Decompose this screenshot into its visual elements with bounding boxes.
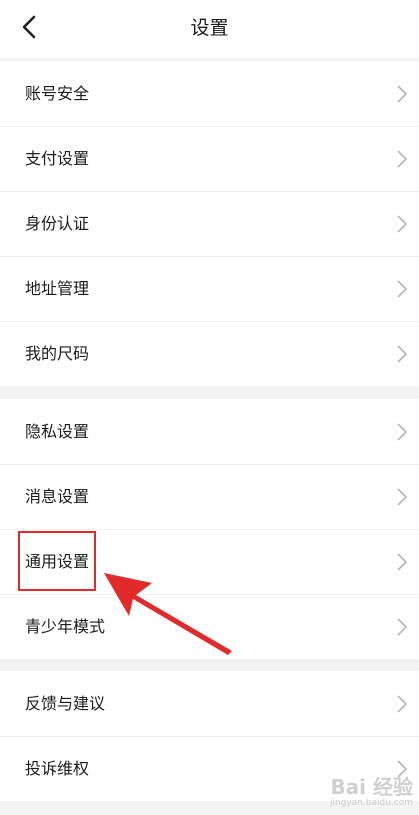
settings-item-account-security[interactable]: 账号安全	[0, 61, 419, 126]
top-nav-bar: 设置	[0, 0, 419, 58]
chevron-right-icon	[397, 487, 407, 506]
settings-item-feedback[interactable]: 反馈与建议	[0, 671, 419, 736]
chevron-right-icon	[397, 694, 407, 713]
settings-item-address[interactable]: 地址管理	[0, 256, 419, 321]
chevron-right-icon	[397, 422, 407, 441]
settings-group-account: 账号安全 支付设置 身份认证 地址管理 我的尺码	[0, 61, 419, 386]
settings-item-label: 隐私设置	[25, 421, 90, 441]
chevron-right-icon	[397, 344, 407, 363]
settings-item-label: 账号安全	[25, 83, 90, 103]
settings-item-payment[interactable]: 支付设置	[0, 126, 419, 191]
settings-item-label: 我的尺码	[25, 343, 90, 363]
chevron-right-icon	[397, 552, 407, 571]
settings-item-my-size[interactable]: 我的尺码	[0, 321, 419, 386]
chevron-right-icon	[397, 617, 407, 636]
chevron-right-icon	[397, 84, 407, 103]
settings-page: 设置 账号安全 支付设置 身份认证 地址管理 我的尺码 隐私设置 消息设置 通用…	[0, 0, 419, 815]
settings-item-identity[interactable]: 身份认证	[0, 191, 419, 256]
settings-item-notifications[interactable]: 消息设置	[0, 464, 419, 529]
settings-item-teen-mode[interactable]: 青少年模式	[0, 594, 419, 659]
settings-item-label: 地址管理	[25, 278, 90, 298]
settings-item-privacy[interactable]: 隐私设置	[0, 399, 419, 464]
chevron-right-icon	[397, 214, 407, 233]
watermark-logo-text: Bai 经验	[330, 775, 413, 799]
watermark-url: jingyan.baidu.com	[329, 798, 413, 808]
settings-item-label: 消息设置	[25, 486, 90, 506]
settings-item-general[interactable]: 通用设置	[0, 529, 419, 594]
watermark: Bai 经验 jingyan.baidu.com	[330, 776, 413, 809]
settings-item-label: 反馈与建议	[25, 693, 106, 713]
settings-item-label: 支付设置	[25, 148, 90, 168]
settings-item-label: 身份认证	[25, 213, 90, 233]
page-title: 设置	[190, 17, 229, 39]
chevron-right-icon	[397, 149, 407, 168]
chevron-right-icon	[397, 279, 407, 298]
settings-group-general: 隐私设置 消息设置 通用设置 青少年模式	[0, 399, 419, 659]
settings-item-label: 通用设置	[25, 551, 90, 571]
settings-item-label: 青少年模式	[25, 616, 106, 636]
settings-item-label: 投诉维权	[25, 758, 90, 778]
